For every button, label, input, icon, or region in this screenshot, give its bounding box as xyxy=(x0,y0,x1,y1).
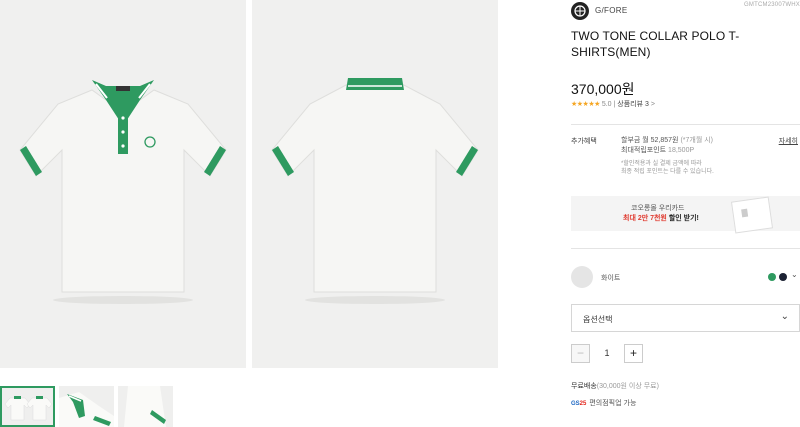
installment-line: 할부금 월 52,857원 (*7개월 시) xyxy=(621,136,791,146)
installment-text: 할부금 월 52,857원 xyxy=(621,137,679,144)
option-select-label: 옵션선택 xyxy=(583,315,613,324)
free-shipping-condition: (30,000원 이상 무료) xyxy=(596,383,659,390)
banner-discount: 최대 2만 7천원 xyxy=(623,215,667,222)
points-line: 최대적립포인트 18,500P xyxy=(621,146,791,156)
selected-color-swatch xyxy=(571,266,593,288)
product-sku: GMTCM23007WHX xyxy=(744,2,800,8)
color-selector[interactable]: 화이트 ⌄ xyxy=(571,264,800,288)
rating-score: 5.0 xyxy=(601,101,612,108)
review-arrow-icon[interactable]: > xyxy=(651,101,655,108)
thumbnail-collar-detail[interactable] xyxy=(59,386,114,427)
chevron-down-icon: ⌄ xyxy=(780,311,789,322)
quantity-increase-button[interactable]: + xyxy=(624,344,643,363)
points-value: 18,500P xyxy=(668,147,695,154)
rating-row: ★★★★★ 5.0 | 상품리뷰 3 > xyxy=(571,101,655,108)
divider xyxy=(571,124,800,125)
review-link[interactable]: 상품리뷰 3 xyxy=(617,101,649,108)
points-note-2: 최종 적립 포인트는 다를 수 있습니다. xyxy=(621,169,714,175)
color-option-navy[interactable] xyxy=(779,273,787,281)
thumbnail-front-back[interactable] xyxy=(0,386,55,427)
brand-row: G/FORE GMTCM23007WHX xyxy=(571,2,800,22)
pickup-info: GS25 편의점픽업 가능 xyxy=(571,398,636,408)
selected-color-name: 화이트 xyxy=(601,275,621,282)
thumbnail-side[interactable] xyxy=(118,386,173,427)
points-note-1: *할인적용과 실 결제 금액에 따라 xyxy=(621,161,702,167)
chevron-down-icon[interactable]: ⌄ xyxy=(791,270,798,279)
benefit-label: 추가혜택 xyxy=(571,138,597,145)
product-title: TWO TONE COLLAR POLO T-SHIRTS(MEN) xyxy=(571,29,740,59)
color-option-green[interactable] xyxy=(768,273,776,281)
points-label: 최대적립포인트 xyxy=(621,147,667,154)
brand-name[interactable]: G/FORE xyxy=(595,6,627,15)
quantity-decrease-button[interactable]: − xyxy=(571,344,590,363)
installment-note: (*7개월 시) xyxy=(680,137,713,144)
banner-cta: 할인 받기! xyxy=(666,215,699,222)
star-rating-icon: ★★★★★ xyxy=(571,101,600,108)
product-price: 370,000원 xyxy=(571,81,635,97)
shipping-info: 무료배송(30,000원 이상 무료) xyxy=(571,381,659,391)
gs25-logo-icon: GS25 xyxy=(571,401,587,407)
quantity-value[interactable]: 1 xyxy=(590,344,624,363)
banner-line-2: 최대 2만 7천원 할인 받기! xyxy=(623,213,699,223)
card-promo-banner[interactable]: 코오롱몰 우리카드 최대 2만 7천원 할인 받기! xyxy=(571,196,800,234)
brand-logo-icon[interactable] xyxy=(571,2,589,20)
thumbnail-strip xyxy=(0,386,173,427)
benefit-lines: 할부금 월 52,857원 (*7개월 시) 최대적립포인트 18,500P *… xyxy=(621,136,791,176)
credit-card-image xyxy=(730,196,774,234)
option-select-dropdown[interactable]: 옵션선택 ⌄ xyxy=(571,304,800,332)
pickup-label: 편의점픽업 가능 xyxy=(589,400,637,407)
product-info-panel: G/FORE GMTCM23007WHX TWO TONE COLLAR POL… xyxy=(571,0,800,427)
divider xyxy=(571,248,800,249)
banner-line-1: 코오롱몰 우리카드 xyxy=(631,205,685,212)
product-image-front[interactable] xyxy=(0,0,246,368)
free-shipping-label: 무료배송 xyxy=(571,383,597,390)
product-image-back[interactable] xyxy=(252,0,498,368)
